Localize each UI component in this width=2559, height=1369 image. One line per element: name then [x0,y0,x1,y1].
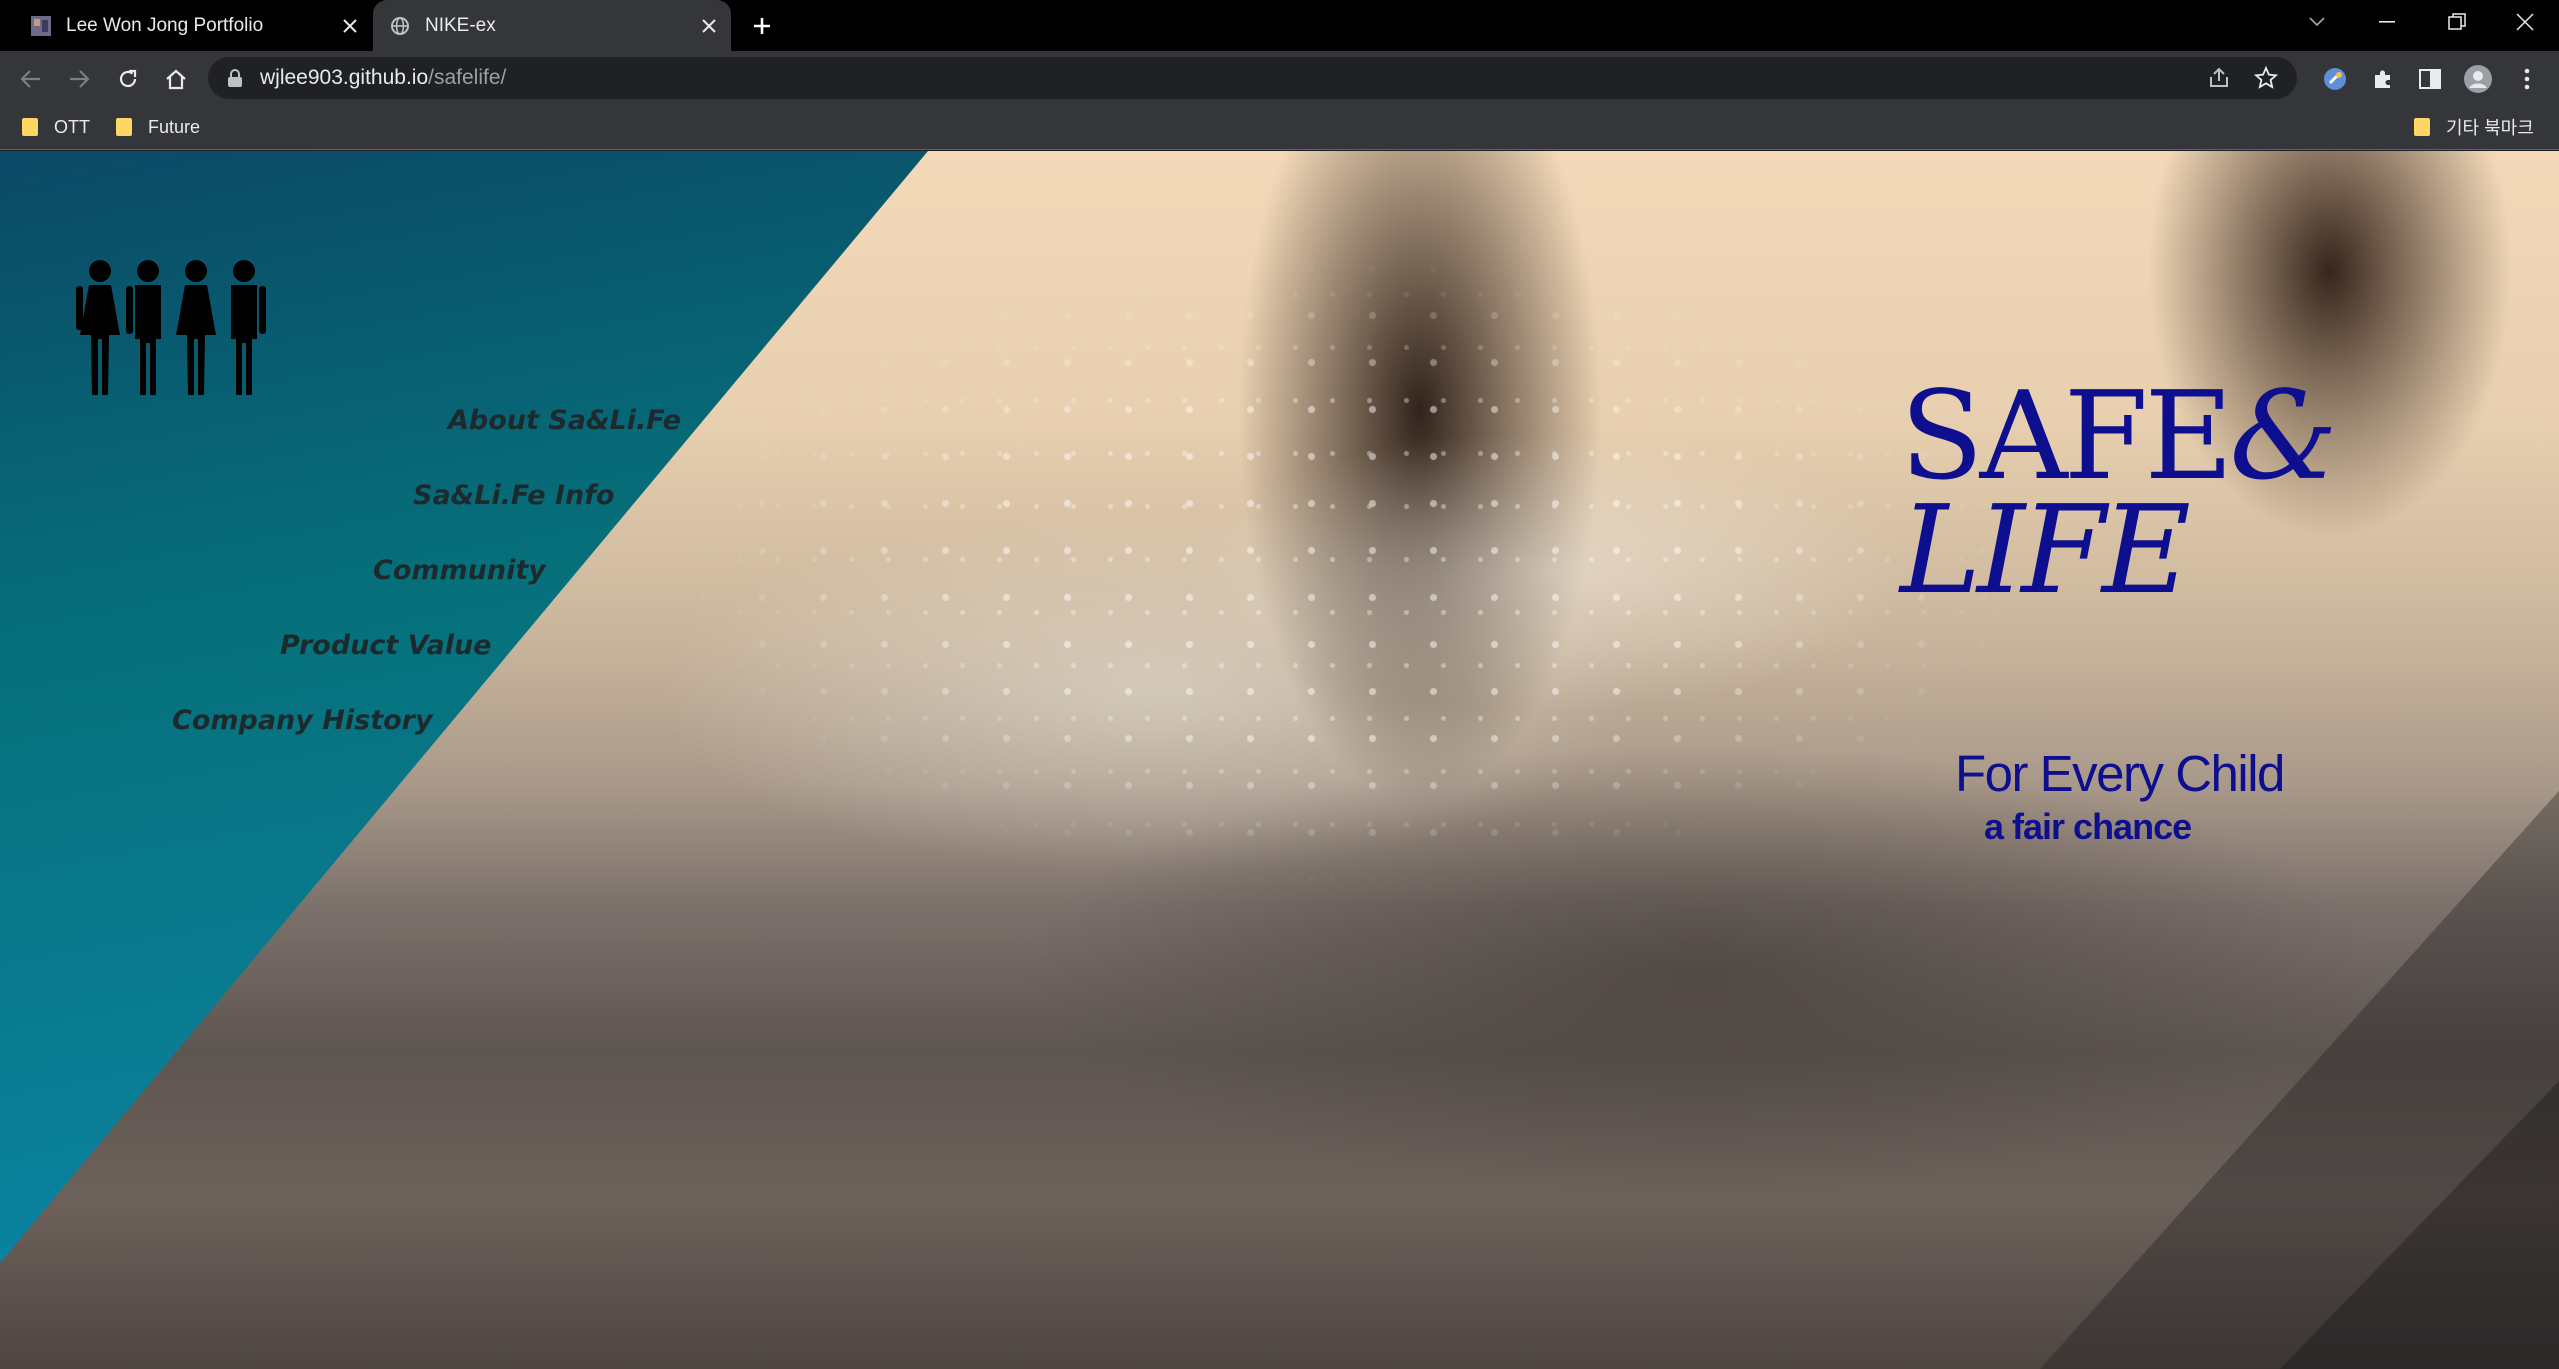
profile-button[interactable] [2461,62,2495,96]
menu-button[interactable] [2510,62,2544,96]
restore-icon [2448,13,2466,30]
portfolio-favicon-icon [30,15,52,37]
tab-search-button[interactable] [2290,0,2344,44]
extensions-button[interactable] [2366,62,2400,96]
nav-product-value[interactable]: Product Value [280,630,492,661]
lock-icon[interactable] [227,69,243,93]
nav-company-history[interactable]: Company History [172,705,433,736]
kebab-menu-icon [2524,68,2530,90]
brand-line2: LIFE [1900,479,2191,621]
restore-button[interactable] [2430,0,2484,44]
extension-logo-icon [2324,68,2346,90]
close-icon[interactable] [336,12,364,40]
nav-community[interactable]: Community [373,555,546,586]
tab-strip: Lee Won Jong Portfolio NIKE-ex [0,0,2559,51]
url-text[interactable]: wjlee903.github.io/safelife/ [260,57,506,99]
other-bookmarks[interactable]: 기타 북마크 [2414,104,2534,150]
tab-nike-ex[interactable]: NIKE-ex [373,0,731,51]
home-icon [166,69,186,90]
tab-title: NIKE-ex [425,14,496,36]
extension-button[interactable] [2318,62,2352,96]
bookmark-label: 기타 북마크 [2446,118,2534,138]
globe-icon [389,15,411,37]
brand-ampersand: & [2229,365,2338,507]
folder-icon [116,118,132,136]
reload-icon [119,69,137,88]
browser-toolbar: wjlee903.github.io/safelife/ [0,51,2559,104]
sub-tagline: a fair chance [1984,806,2192,847]
nav-info[interactable]: Sa&Li.Fe Info [413,480,615,511]
minimize-button[interactable] [2360,0,2414,44]
arrow-right-icon [70,70,90,88]
bookmarks-bar: OTT Future 기타 북마크 [0,104,2559,150]
bookmark-future[interactable]: Future [116,104,200,150]
close-icon [2516,13,2534,31]
plus-icon [754,18,770,34]
address-bar[interactable]: wjlee903.github.io/safelife/ [208,57,2297,99]
reload-button[interactable] [111,62,145,96]
folder-icon [22,118,38,136]
back-button[interactable] [14,62,48,96]
puzzle-icon [2375,70,2390,88]
star-icon[interactable] [2253,65,2279,95]
avatar-icon [2464,65,2492,93]
arrow-left-icon [20,70,40,88]
bookmark-ott[interactable]: OTT [22,104,90,150]
chevron-down-icon [2309,17,2325,27]
url-host: wjlee903.github.io [260,66,429,89]
side-panel-icon [2419,69,2441,89]
close-window-button[interactable] [2498,0,2552,44]
tagline: For Every Child [1955,745,2285,802]
new-tab-button[interactable] [745,9,779,43]
folder-icon [2414,118,2430,136]
side-panel-button[interactable] [2413,62,2447,96]
brand-title: SAFE& LIFE [1900,375,2338,621]
web-page: About Sa&Li.Fe Sa&Li.Fe Info Community P… [0,151,2559,1369]
tab-title: Lee Won Jong Portfolio [66,14,264,36]
close-icon[interactable] [695,12,723,40]
bookmark-label: Future [148,116,201,137]
nav-about[interactable]: About Sa&Li.Fe [448,405,681,436]
minimize-icon [2379,21,2395,23]
url-path: /safelife/ [428,66,507,89]
home-button[interactable] [159,62,193,96]
forward-button[interactable] [62,62,96,96]
four-people-icon[interactable] [72,259,272,397]
bookmark-label: OTT [54,116,90,137]
tab-portfolio[interactable]: Lee Won Jong Portfolio [14,0,372,51]
share-icon[interactable] [2208,67,2230,94]
